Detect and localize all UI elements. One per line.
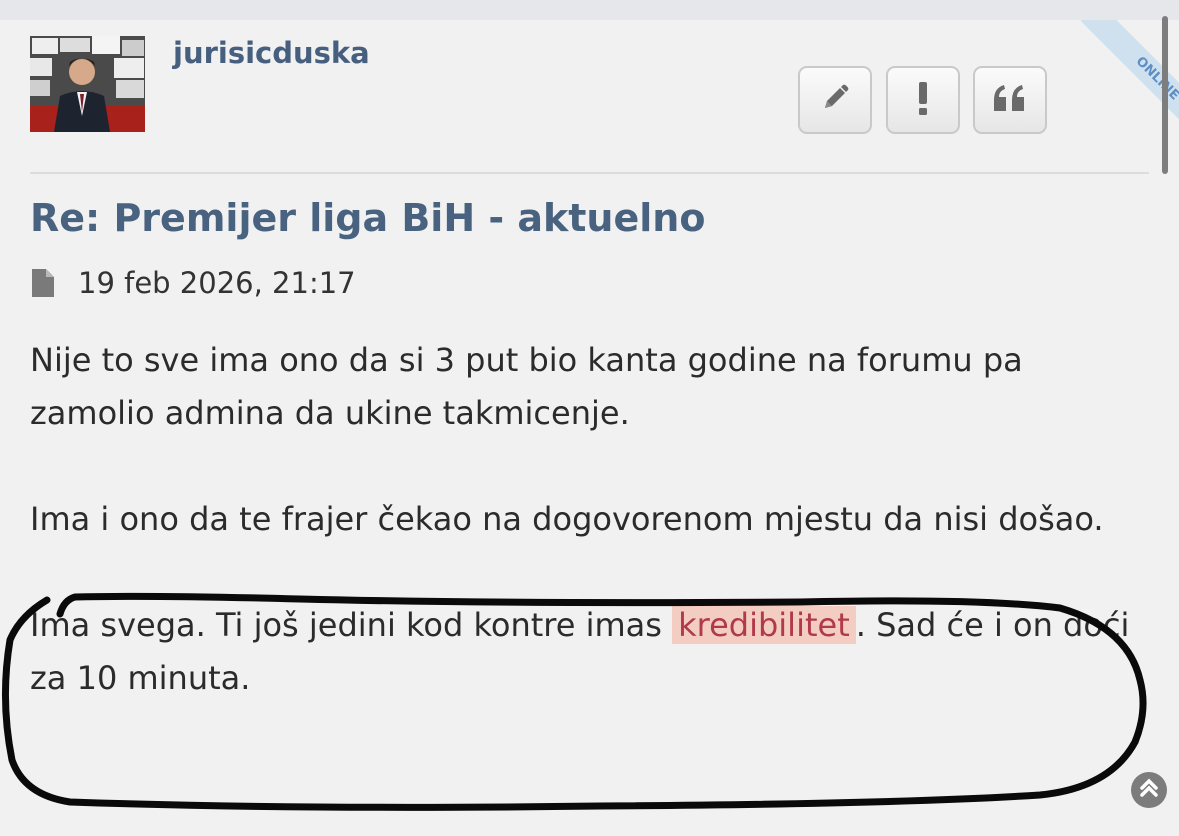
forum-post: jurisicduska ONLINE Re: Premijer liga Bi… [0, 20, 1179, 836]
hand-drawn-circle-annotation [1, 592, 1147, 811]
scroll-to-top-button[interactable] [1131, 772, 1167, 808]
chevron-up-icon [1138, 777, 1160, 803]
scrollbar[interactable] [1162, 16, 1168, 174]
